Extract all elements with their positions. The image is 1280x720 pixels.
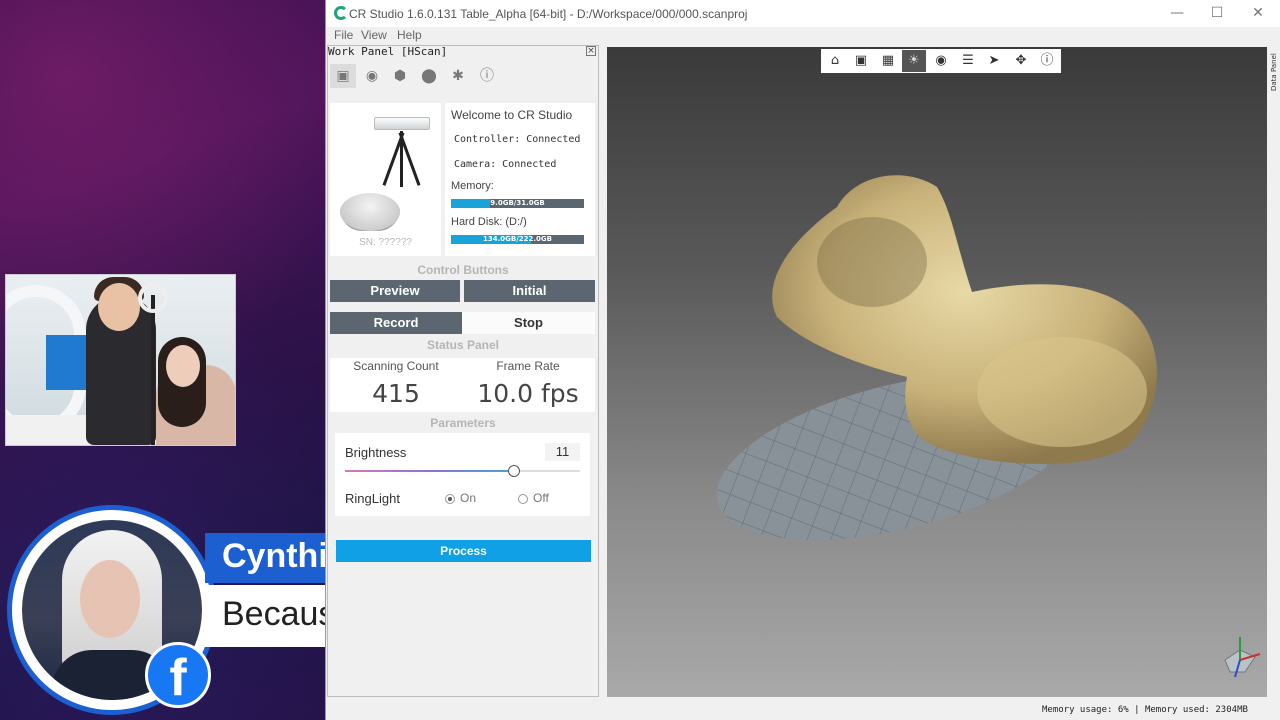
guest-subtitle: Becaus	[222, 595, 325, 633]
3d-viewport[interactable]: ⌂ ▣ ▦ ☀ ◉ ☰ ➤ ✥ ⓘ	[607, 47, 1267, 697]
status-panel-heading: Status Panel	[426, 338, 500, 352]
memory-label: Memory:	[451, 180, 494, 192]
minimize-icon[interactable]: —	[1156, 0, 1198, 27]
memory-usage-text: Memory usage: 6% | Memory used: 2304MB	[1042, 705, 1248, 715]
record-button[interactable]: Record	[330, 312, 462, 334]
orientation-gizmo-icon	[1224, 637, 1261, 678]
disk-label: Hard Disk: (D:/)	[451, 216, 527, 228]
work-panel: Work Panel [HScan] × ▣ ◉ ⬢ ⬤ ✱ ⓘ SN: ???…	[327, 45, 599, 697]
disk-bar: 134.0GB/222.0GB	[451, 235, 584, 244]
cr-studio-window: CR Studio 1.6.0.131 Table_Alpha [64-bit]…	[325, 0, 1280, 720]
eye-icon[interactable]: ◉	[359, 64, 385, 88]
brightness-slider-thumb[interactable]	[508, 465, 521, 477]
webcam-feed	[5, 274, 236, 446]
move-icon[interactable]: ✥	[1009, 50, 1033, 72]
ringlight-label: RingLight	[345, 491, 400, 506]
frame-rate-value: 10.0 fps	[477, 379, 579, 408]
status-bar: Memory usage: 6% | Memory used: 2304MB	[326, 700, 1280, 720]
title-bar: CR Studio 1.6.0.131 Table_Alpha [64-bit]…	[326, 0, 1280, 27]
camera-status: Camera: Connected	[454, 159, 557, 170]
parameters-heading: Parameters	[430, 416, 496, 430]
eye-icon[interactable]: ◉	[929, 50, 953, 72]
serial-number: SN: ??????	[359, 237, 412, 248]
info-icon[interactable]: ⓘ	[474, 64, 500, 88]
window-title: CR Studio 1.6.0.131 Table_Alpha [64-bit]…	[349, 7, 748, 21]
scanner-image: SN: ??????	[330, 103, 441, 256]
welcome-text: Welcome to CR Studio	[451, 108, 573, 122]
ringlight-off-label[interactable]: Off	[533, 491, 549, 505]
status-panel: Scanning Count 415 Frame Rate 10.0 fps	[330, 358, 595, 412]
brightness-value[interactable]: 11	[545, 443, 580, 461]
cube-icon[interactable]: ▣	[330, 64, 356, 88]
preview-button[interactable]: Preview	[330, 280, 460, 302]
ringlight-off-radio[interactable]	[518, 494, 528, 504]
select-cursor-icon[interactable]: ➤	[982, 50, 1006, 72]
guest-name: Cynthi	[222, 537, 325, 575]
brightness-slider[interactable]	[345, 470, 580, 472]
light-icon[interactable]: ☀	[902, 50, 926, 72]
parameters-panel: Brightness 11 RingLight On Off	[335, 433, 590, 516]
stop-button[interactable]: Stop	[462, 312, 595, 334]
close-icon[interactable]: ✕	[1237, 0, 1279, 27]
mesh-icon[interactable]: ⬢	[387, 64, 413, 88]
texture-icon[interactable]: ▦	[876, 50, 900, 72]
brightness-slider-fill	[345, 470, 515, 472]
menu-bar: File View Help	[326, 27, 1280, 45]
brightness-label: Brightness	[345, 445, 407, 460]
controller-status: Controller: Connected	[454, 134, 581, 145]
sphere-icon[interactable]: ⬤	[416, 64, 442, 88]
process-button[interactable]: Process	[336, 540, 591, 562]
memory-bar-text: 9.0GB/31.0GB	[490, 199, 545, 207]
frame-rate-label: Frame Rate	[496, 359, 560, 373]
maximize-icon[interactable]: ☐	[1196, 0, 1238, 27]
scanning-count-label: Scanning Count	[353, 359, 439, 373]
facebook-icon: f	[145, 642, 211, 708]
initial-button[interactable]: Initial	[464, 280, 595, 302]
ringlight-on-label[interactable]: On	[460, 491, 476, 505]
menu-help[interactable]: Help	[397, 28, 422, 42]
layers-icon[interactable]: ☰	[956, 50, 980, 72]
menu-view[interactable]: View	[361, 28, 387, 42]
info-icon[interactable]: ⓘ	[1035, 50, 1059, 72]
disk-bar-text: 134.0GB/222.0GB	[482, 235, 552, 243]
panel-close-icon[interactable]: ×	[586, 46, 596, 56]
work-panel-title: Work Panel [HScan]	[328, 45, 448, 58]
point-cloud-scan	[716, 175, 1157, 540]
menu-file[interactable]: File	[334, 28, 353, 42]
puzzle-icon[interactable]: ✱	[445, 64, 471, 88]
scanning-count-value: 415	[372, 379, 420, 408]
memory-bar: 9.0GB/31.0GB	[451, 199, 584, 208]
fit-view-icon[interactable]: ▣	[849, 50, 873, 72]
resources-box: Memory: 9.0GB/31.0GB Hard Disk: (D:/) 13…	[445, 173, 595, 256]
home-icon[interactable]: ⌂	[823, 50, 847, 72]
data-panel-tab[interactable]: Data Panel	[1270, 47, 1280, 97]
app-logo-icon	[334, 6, 348, 20]
viewport-toolbar: ⌂ ▣ ▦ ☀ ◉ ☰ ➤ ✥ ⓘ	[821, 49, 1061, 73]
work-panel-toolbar: ▣ ◉ ⬢ ⬤ ✱ ⓘ	[328, 60, 598, 92]
ringlight-on-radio[interactable]	[445, 494, 455, 504]
control-buttons-heading: Control Buttons	[417, 263, 509, 277]
